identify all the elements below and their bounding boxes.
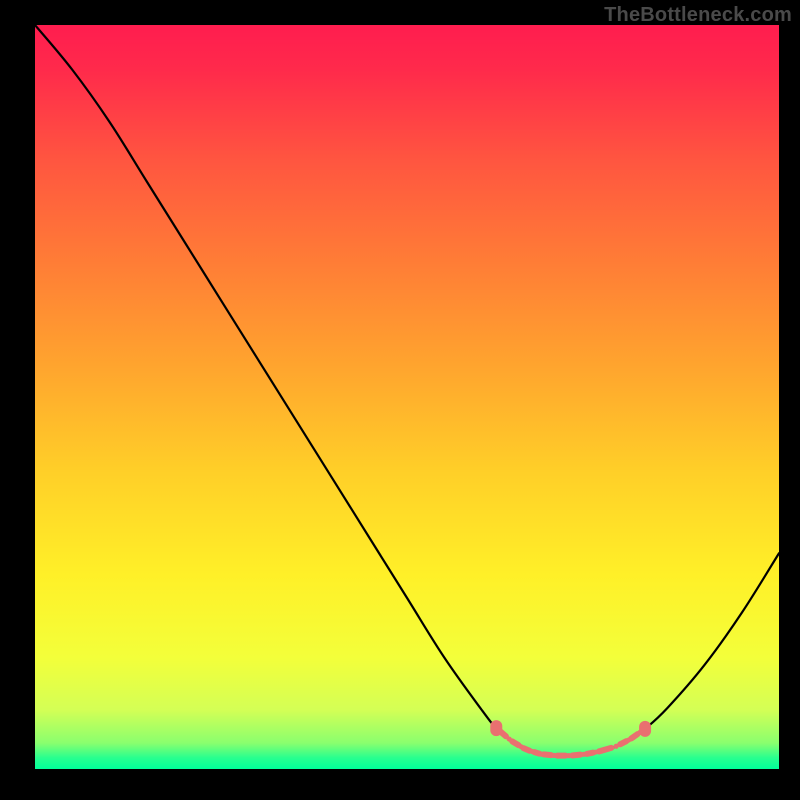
marker-dash xyxy=(534,752,539,753)
marker-dash xyxy=(620,741,626,744)
marker-dash xyxy=(572,755,580,756)
marker-dash xyxy=(587,753,593,754)
gradient-background xyxy=(35,25,779,769)
marker-dot xyxy=(637,730,642,735)
chart-svg xyxy=(35,25,779,769)
watermark: TheBottleneck.com xyxy=(604,4,792,27)
chart-container: TheBottleneck.com xyxy=(0,0,800,800)
marker-dash xyxy=(599,748,611,752)
marker-dash xyxy=(523,748,529,751)
marker-dash xyxy=(544,754,551,755)
marker-dash xyxy=(631,734,637,738)
marker-dash xyxy=(512,741,518,745)
plot-area xyxy=(35,25,779,769)
